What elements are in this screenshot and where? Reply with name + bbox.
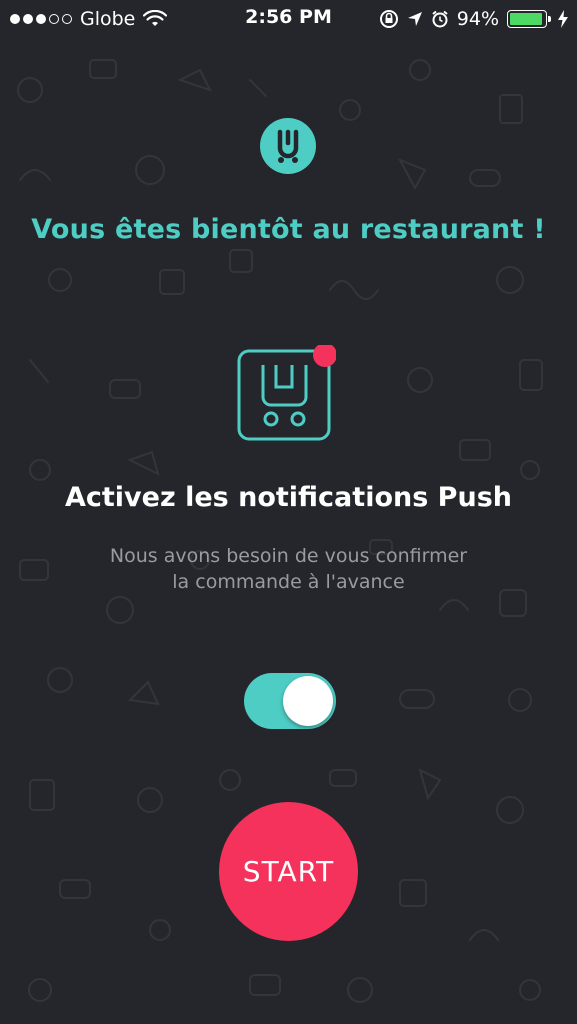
status-bar: Globe 2:56 PM 94% xyxy=(0,0,577,38)
headline: Vous êtes bientôt au restaurant ! xyxy=(31,214,546,245)
push-notification-icon xyxy=(237,345,336,441)
alarm-icon xyxy=(432,10,448,28)
charging-bolt-icon xyxy=(558,10,568,28)
status-right: 94% xyxy=(379,6,569,32)
description-line-2: la commande à l'avance xyxy=(172,571,405,593)
notifications-description: Nous avons besoin de vous confirmer la c… xyxy=(0,543,577,595)
location-arrow-icon xyxy=(407,12,422,26)
rotation-lock-icon xyxy=(379,10,398,28)
battery-icon xyxy=(507,10,551,28)
app-logo xyxy=(260,118,316,174)
push-notifications-toggle[interactable] xyxy=(244,673,336,729)
notification-dot xyxy=(313,345,336,367)
battery-percent: 94% xyxy=(456,8,499,30)
toggle-knob[interactable] xyxy=(283,676,333,726)
description-line-1: Nous avons besoin de vous confirmer xyxy=(109,545,468,567)
battery-level xyxy=(510,13,542,25)
notifications-title: Activez les notifications Push xyxy=(64,482,512,513)
start-button[interactable]: START xyxy=(219,802,358,941)
u-cart-logo-icon xyxy=(277,129,299,163)
